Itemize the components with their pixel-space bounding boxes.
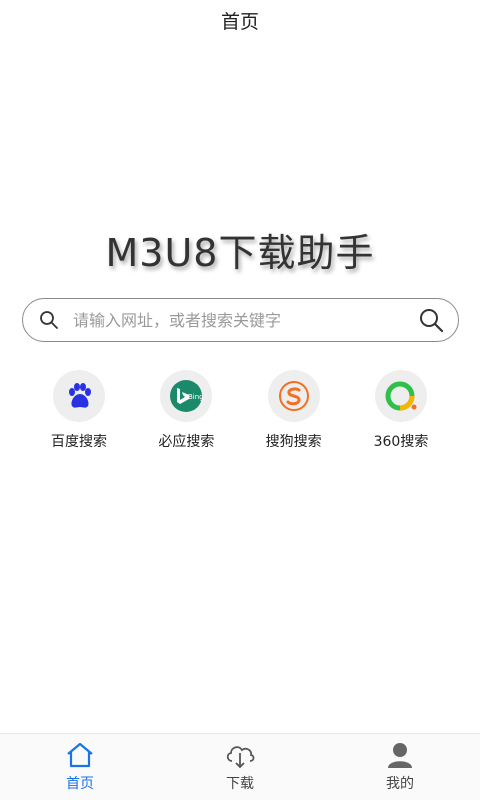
engine-label: 360搜索	[373, 434, 429, 450]
user-icon	[384, 741, 416, 769]
bing-badge-text: Bing	[188, 393, 204, 401]
home-icon	[64, 741, 96, 769]
search-input[interactable]	[73, 310, 416, 330]
engine-label: 百度搜索	[51, 434, 107, 450]
bottom-tab-bar: 首页 下载 我的	[0, 733, 480, 800]
engine-label: 搜狗搜索	[265, 434, 322, 450]
search-submit-icon[interactable]	[416, 305, 446, 335]
sogou-icon	[267, 370, 320, 422]
tab-mine[interactable]: 我的	[320, 734, 480, 800]
cloud-download-icon	[224, 741, 256, 769]
engine-baidu[interactable]: 百度搜索	[26, 370, 132, 451]
top-bar: 首页	[0, 0, 480, 40]
bing-icon: Bing	[160, 370, 213, 422]
tab-label: 下载	[226, 776, 254, 792]
search-engine-list: 百度搜索 Bing 必应搜索 搜狗搜索 360搜索	[26, 370, 454, 451]
search-bar[interactable]	[22, 298, 459, 342]
app-title: M3U8下载助手	[105, 231, 375, 275]
tab-home[interactable]: 首页	[0, 734, 160, 800]
engine-bing[interactable]: Bing 必应搜索	[133, 370, 239, 451]
tab-download[interactable]: 下载	[160, 734, 320, 800]
engine-360[interactable]: 360搜索	[348, 370, 454, 451]
baidu-paw-icon	[53, 370, 105, 422]
engine-label: 必应搜索	[158, 434, 215, 450]
page-title: 首页	[220, 10, 259, 33]
360-icon	[374, 370, 427, 422]
tab-label: 首页	[66, 776, 94, 792]
engine-sogou[interactable]: 搜狗搜索	[241, 370, 347, 451]
search-icon	[37, 308, 61, 332]
tab-label: 我的	[386, 776, 414, 792]
